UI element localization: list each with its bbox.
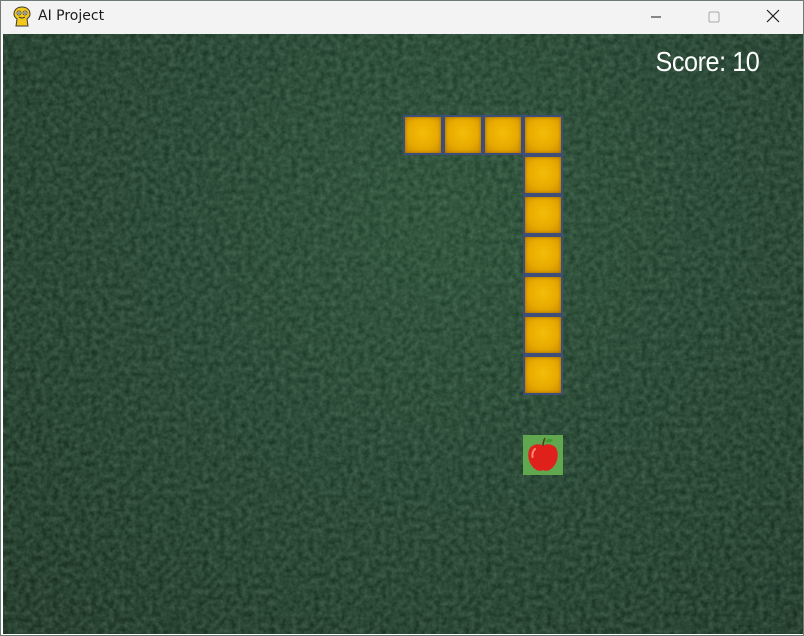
snake-segment [403, 115, 443, 155]
game-canvas[interactable]: Score: 10 [3, 34, 803, 634]
minimize-icon [650, 8, 662, 27]
minimize-button[interactable] [627, 1, 685, 34]
maximize-icon [708, 8, 720, 27]
snake-segment [523, 275, 563, 315]
app-window: AI Project Score: 10 [0, 0, 804, 636]
pygame-snake-icon [12, 6, 32, 28]
snake-segment [523, 155, 563, 195]
food-tile [523, 435, 563, 475]
close-button[interactable] [744, 1, 802, 34]
snake-segment [523, 315, 563, 355]
title-bar[interactable]: AI Project [1, 1, 803, 34]
score-label: Score: 10 [655, 46, 759, 77]
snake-segment [523, 235, 563, 275]
snake-segment [523, 115, 563, 155]
snake-segment [483, 115, 523, 155]
snake-segment [443, 115, 483, 155]
snake-head [523, 355, 563, 395]
maximize-button[interactable] [685, 1, 743, 34]
apple-icon [523, 437, 563, 479]
window-title: AI Project [38, 8, 105, 24]
close-icon [766, 8, 780, 27]
snake-segment [523, 195, 563, 235]
